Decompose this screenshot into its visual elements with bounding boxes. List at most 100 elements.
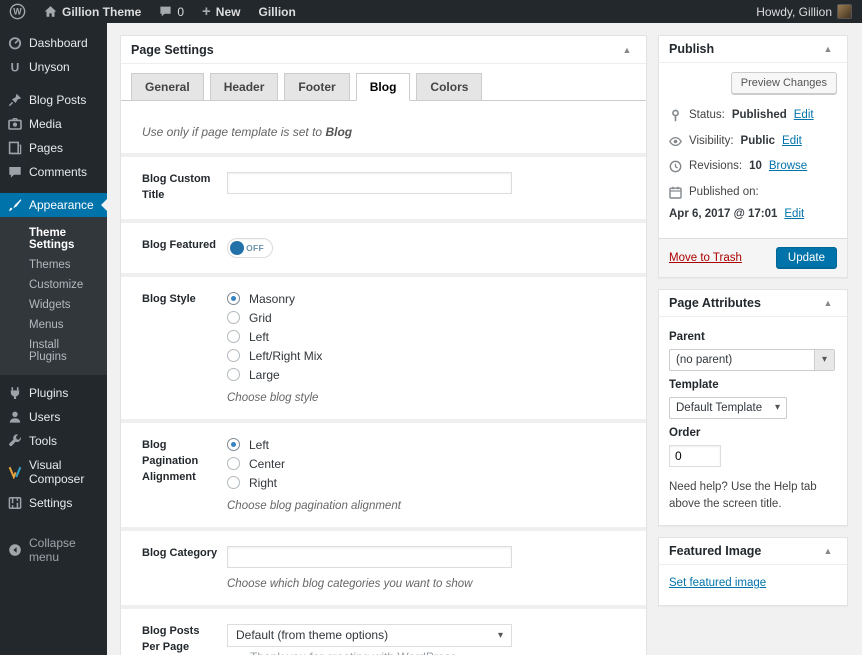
sidebar-item-label: Tools bbox=[29, 434, 57, 448]
submenu-item-themes[interactable]: Themes bbox=[0, 255, 107, 275]
radio-option-left-right-mix[interactable]: Left/Right Mix bbox=[227, 349, 625, 363]
page-settings-header: Page Settings bbox=[121, 36, 646, 64]
blog-posts-per-page-select[interactable]: Default (from theme options) bbox=[227, 624, 512, 647]
status-edit-link[interactable]: Edit bbox=[794, 108, 814, 124]
comments-menu[interactable]: 0 bbox=[150, 0, 193, 23]
field-label: Blog Custom Title bbox=[142, 172, 227, 204]
radio-label: Grid bbox=[249, 311, 272, 325]
collapse-panel-icon[interactable] bbox=[819, 298, 837, 308]
revisions-row: Revisions: 10 Browse bbox=[669, 154, 837, 180]
order-input[interactable] bbox=[669, 445, 721, 467]
radio-label: Right bbox=[249, 476, 277, 490]
sidebar-item-appearance[interactable]: Appearance bbox=[0, 193, 107, 217]
select-value: (no parent) bbox=[670, 350, 738, 370]
unyson-icon: U bbox=[8, 60, 22, 74]
sidebar-item-pages[interactable]: Pages bbox=[0, 136, 107, 160]
new-menu[interactable]: + New bbox=[193, 0, 249, 23]
gillion-menu[interactable]: Gillion bbox=[249, 0, 304, 23]
field-help: Choose blog pagination alignment bbox=[227, 500, 625, 512]
sidebar-item-users[interactable]: Users bbox=[0, 405, 107, 429]
wordpress-logo-menu[interactable]: W bbox=[0, 0, 35, 23]
brush-icon bbox=[8, 198, 22, 212]
note-prefix: Use only if page template is set to bbox=[142, 125, 325, 139]
radio-label: Center bbox=[249, 457, 285, 471]
sidebar-item-blog-posts[interactable]: Blog Posts bbox=[0, 88, 107, 112]
side-column: Publish Preview Changes Status: Publishe… bbox=[658, 35, 848, 617]
parent-label: Parent bbox=[669, 331, 837, 343]
calendar-icon bbox=[669, 186, 682, 199]
gillion-label: Gillion bbox=[258, 5, 295, 19]
radio-option-pagination-left[interactable]: Left bbox=[227, 438, 625, 452]
collapse-menu-button[interactable]: Collapse menu bbox=[0, 531, 107, 569]
sidebar-item-visual-composer[interactable]: Visual Composer bbox=[0, 453, 107, 491]
page-attributes-header: Page Attributes bbox=[659, 290, 847, 317]
row-blog-featured: Blog Featured OFF bbox=[121, 219, 646, 273]
howdy-menu[interactable]: Howdy, Gillion bbox=[747, 0, 852, 23]
radio-option-masonry[interactable]: Masonry bbox=[227, 292, 625, 306]
sidebar-item-unyson[interactable]: U Unyson bbox=[0, 55, 107, 79]
set-featured-image-link[interactable]: Set featured image bbox=[669, 577, 766, 589]
row-blog-category: Blog Category Choose which blog categori… bbox=[121, 527, 646, 605]
publish-header: Publish bbox=[659, 36, 847, 63]
settings-icon bbox=[8, 496, 22, 510]
visibility-edit-link[interactable]: Edit bbox=[782, 134, 802, 150]
tab-colors[interactable]: Colors bbox=[416, 73, 482, 101]
chevron-down-icon bbox=[498, 630, 503, 641]
parent-select[interactable]: (no parent) bbox=[669, 349, 835, 371]
submenu-item-customize[interactable]: Customize bbox=[0, 275, 107, 295]
sidebar-item-tools[interactable]: Tools bbox=[0, 429, 107, 453]
blog-category-input[interactable] bbox=[227, 546, 512, 568]
submenu-item-install-plugins[interactable]: Install Plugins bbox=[0, 335, 107, 367]
blog-featured-toggle[interactable]: OFF bbox=[227, 238, 273, 258]
preview-changes-button[interactable]: Preview Changes bbox=[731, 72, 837, 94]
new-label: New bbox=[216, 5, 241, 19]
template-select[interactable]: Default Template bbox=[669, 397, 787, 419]
wordpress-logo-icon: W bbox=[9, 3, 26, 20]
blog-tab-note: Use only if page template is set to Blog bbox=[121, 101, 646, 153]
comment-bubble-icon bbox=[159, 5, 172, 18]
radio-icon bbox=[227, 476, 240, 489]
visibility-label: Visibility: bbox=[689, 134, 734, 150]
submenu-item-menus[interactable]: Menus bbox=[0, 315, 107, 335]
sidebar-item-dashboard[interactable]: Dashboard bbox=[0, 31, 107, 55]
radio-icon bbox=[227, 292, 240, 305]
move-to-trash-link[interactable]: Move to Trash bbox=[669, 252, 742, 264]
visibility-row: Visibility: Public Edit bbox=[669, 129, 837, 155]
update-button[interactable]: Update bbox=[776, 247, 837, 269]
tab-footer[interactable]: Footer bbox=[284, 73, 349, 101]
tab-general[interactable]: General bbox=[131, 73, 204, 101]
sidebar-item-label: Settings bbox=[29, 496, 72, 510]
blog-custom-title-input[interactable] bbox=[227, 172, 512, 194]
field-label: Blog Style bbox=[142, 292, 227, 404]
sidebar-item-media[interactable]: Media bbox=[0, 112, 107, 136]
sidebar-item-plugins[interactable]: Plugins bbox=[0, 381, 107, 405]
visual-composer-icon bbox=[8, 465, 22, 479]
sidebar-item-settings[interactable]: Settings bbox=[0, 491, 107, 515]
revisions-browse-link[interactable]: Browse bbox=[769, 159, 807, 175]
tab-blog[interactable]: Blog bbox=[356, 73, 411, 101]
radio-option-left[interactable]: Left bbox=[227, 330, 625, 344]
submenu-item-theme-settings[interactable]: Theme Settings bbox=[0, 223, 107, 255]
tab-header[interactable]: Header bbox=[210, 73, 279, 101]
radio-label: Left/Right Mix bbox=[249, 349, 322, 363]
collapse-panel-icon[interactable] bbox=[819, 44, 837, 54]
status-label: Status: bbox=[689, 108, 725, 124]
field-help: Choose which blog categories you want to… bbox=[227, 578, 625, 590]
page-settings-title: Page Settings bbox=[131, 43, 214, 57]
submenu-item-widgets[interactable]: Widgets bbox=[0, 295, 107, 315]
wrench-icon bbox=[8, 434, 22, 448]
sidebar-item-label: Media bbox=[29, 117, 62, 131]
collapse-panel-icon[interactable] bbox=[618, 45, 636, 55]
pushpin-icon bbox=[8, 93, 22, 107]
site-menu[interactable]: Gillion Theme bbox=[35, 0, 150, 23]
radio-option-pagination-right[interactable]: Right bbox=[227, 476, 625, 490]
collapse-panel-icon[interactable] bbox=[819, 546, 837, 556]
radio-option-large[interactable]: Large bbox=[227, 368, 625, 382]
footer-thanks: Thank you for creating with WordPress. bbox=[250, 650, 460, 655]
sidebar-item-comments[interactable]: Comments bbox=[0, 160, 107, 184]
eye-icon bbox=[669, 135, 682, 148]
radio-option-grid[interactable]: Grid bbox=[227, 311, 625, 325]
pages-icon bbox=[8, 141, 22, 155]
published-edit-link[interactable]: Edit bbox=[784, 207, 804, 223]
radio-option-pagination-center[interactable]: Center bbox=[227, 457, 625, 471]
